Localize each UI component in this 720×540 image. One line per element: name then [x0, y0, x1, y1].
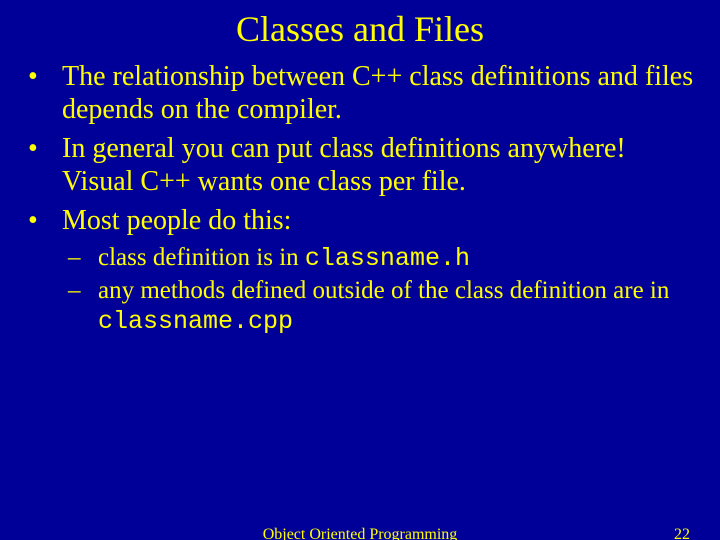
footer-title: Object Oriented Programming	[0, 526, 720, 540]
bullet-item: Most people do this:	[28, 204, 700, 237]
sub-text: class definition is in	[98, 244, 305, 271]
code-text: classname.h	[305, 244, 470, 273]
code-text: classname.cpp	[98, 307, 293, 336]
bullet-item: In general you can put class definitions…	[28, 132, 700, 198]
slide-title: Classes and Files	[20, 8, 700, 50]
sub-text: any methods defined outside of the class…	[98, 277, 669, 304]
sub-bullet-item: class definition is in classname.h	[68, 243, 700, 274]
bullet-list: The relationship between C++ class defin…	[20, 60, 700, 237]
page-number: 22	[674, 526, 690, 540]
slide: Classes and Files The relationship betwe…	[0, 0, 720, 540]
sub-bullet-item: any methods defined outside of the class…	[68, 276, 700, 337]
bullet-item: The relationship between C++ class defin…	[28, 60, 700, 126]
sub-bullet-list: class definition is in classname.h any m…	[20, 243, 700, 337]
